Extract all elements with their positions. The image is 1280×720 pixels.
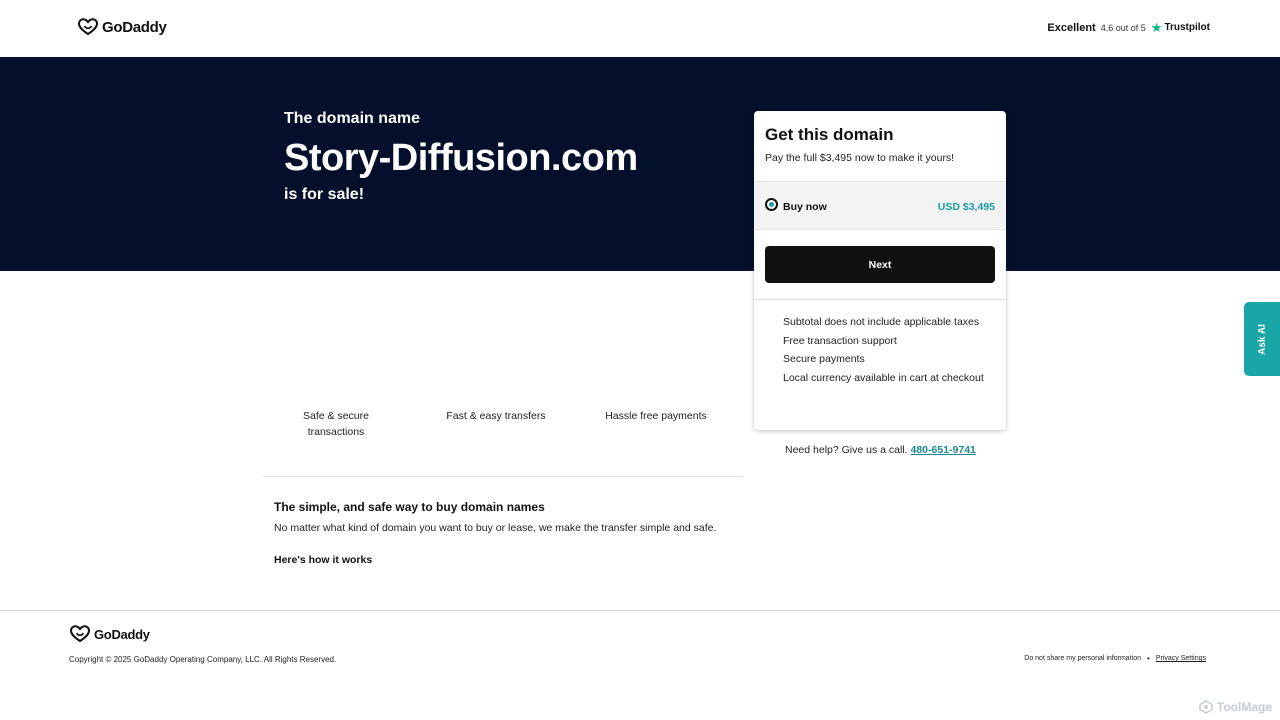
phone-link[interactable]: 480-651-9741 (911, 444, 976, 456)
next-button[interactable]: Next (765, 246, 995, 283)
how-it-works-link[interactable]: Here's how it works (274, 554, 372, 566)
toolmage-watermark: ToolMage (1199, 700, 1272, 714)
benefit-item: Free transaction support (783, 334, 897, 347)
hero-banner: The domain name Story-Diffusion.com is f… (0, 57, 1280, 271)
ask-ai-tab[interactable]: Ask AI (1244, 302, 1280, 376)
info-body: No matter what kind of domain you want t… (274, 522, 717, 534)
buy-now-label: Buy now (783, 201, 827, 213)
copyright-text: Copyright © 2025 GoDaddy Operating Compa… (69, 655, 337, 664)
feature-fast-transfers: Fast & easy transfers (446, 410, 546, 422)
trustpilot-brand: Trustpilot (1164, 22, 1210, 33)
footer-separator: • (1147, 654, 1150, 663)
feature-hassle-free: Hassle free payments (605, 410, 707, 422)
card-divider (754, 299, 1006, 300)
purchase-card: Get this domain Pay the full $3,495 now … (754, 111, 1006, 430)
ask-ai-label: Ask AI (1256, 323, 1268, 355)
help-line: Need help? Give us a call. 480-651-9741 (785, 444, 976, 456)
card-subtitle: Pay the full $3,495 now to make it yours… (765, 152, 955, 164)
footer-logo-text: GoDaddy (94, 626, 150, 642)
watermark-text: ToolMage (1216, 700, 1272, 714)
trustpilot-star-icon: ★ (1150, 20, 1163, 35)
site-header: GoDaddy Excellent 4.6 out of 5 ★ Trustpi… (0, 0, 1280, 57)
footer-links: Do not share my personal information • P… (1024, 654, 1206, 663)
godaddy-logo-icon (70, 625, 90, 643)
benefits-list: Subtotal does not include applicable tax… (783, 316, 984, 391)
buy-now-option[interactable]: Buy now USD $3,495 (754, 181, 1006, 230)
buy-now-radio[interactable] (765, 198, 778, 211)
section-divider (263, 476, 743, 477)
buy-now-price: USD $3,495 (937, 201, 995, 213)
logo-text: GoDaddy (102, 18, 167, 36)
trustpilot-score: 4.6 out of 5 (1100, 22, 1146, 33)
benefit-item: Local currency available in cart at chec… (783, 372, 984, 385)
hero-pre-title: The domain name (284, 110, 421, 127)
benefit-item: Secure payments (783, 353, 865, 366)
feature-safe-secure: Safe & secure transactions (303, 410, 369, 438)
help-text: Need help? Give us a call. (785, 444, 908, 456)
card-title: Get this domain (765, 125, 894, 144)
hero-domain-name: Story-Diffusion.com (284, 137, 638, 179)
toolmage-logo-icon (1199, 700, 1213, 714)
benefit-item: Subtotal does not include applicable tax… (783, 316, 980, 328)
radio-selected-dot (769, 202, 774, 207)
info-title: The simple, and safe way to buy domain n… (274, 500, 545, 514)
privacy-settings-link[interactable]: Privacy Settings (1156, 655, 1206, 662)
trustpilot-label: Excellent (1047, 21, 1096, 34)
hero-post-title: is for sale! (284, 186, 365, 203)
godaddy-logo-icon (78, 18, 98, 36)
do-not-share-link[interactable]: Do not share my personal information (1024, 655, 1141, 662)
trustpilot-rating[interactable]: Excellent 4.6 out of 5 ★ Trustpilot (1047, 21, 1210, 34)
footer-godaddy-logo[interactable]: GoDaddy (70, 625, 150, 643)
site-footer: GoDaddy Copyright © 2025 GoDaddy Operati… (0, 610, 1280, 720)
godaddy-logo[interactable]: GoDaddy (78, 18, 167, 36)
